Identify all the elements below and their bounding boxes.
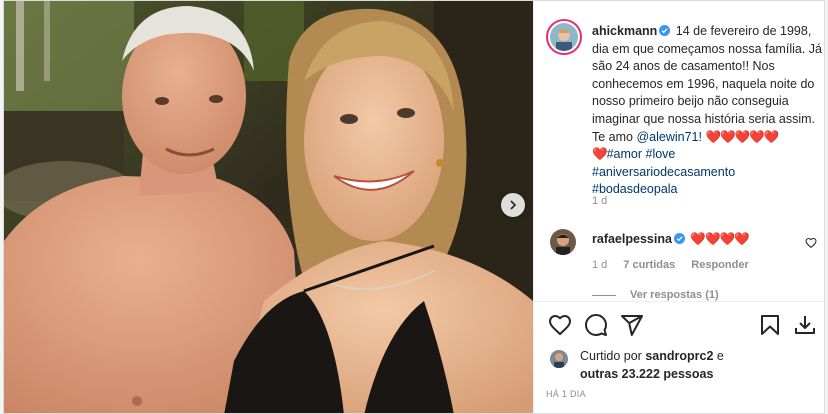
caption-time: 1 d [592,195,608,207]
chevron-right-icon [510,200,517,210]
author-username[interactable]: ahickmann [592,24,657,38]
post-timestamp[interactable]: HÁ 1 DIA [546,389,586,399]
comment-time: 1 d [592,259,608,271]
replies-divider-line [592,294,616,296]
verified-badge-icon [673,233,685,244]
caption-heart-lead: ❤️ [592,147,608,162]
hashtag-aniversariodecasamento[interactable]: #aniversariodecasamento [592,165,735,179]
action-bar [534,313,824,339]
commenter-avatar[interactable] [550,229,576,255]
commenter-username[interactable]: rafaelpessina [592,232,672,246]
instagram-post: ahickmann 14 de fevereiro de 1998, dia e… [3,0,825,414]
comment: rafaelpessina ❤️❤️❤️❤️ 1 d 7 curtidas Re… [546,229,817,289]
comment-hearts: ❤️❤️❤️❤️ [690,232,749,246]
comment-likes[interactable]: 7 curtidas [623,259,675,271]
heart-outline-icon[interactable] [548,313,572,337]
post-photo[interactable] [4,1,533,413]
caption-hearts: ❤️❤️❤️❤️❤️ [705,129,779,144]
paper-plane-icon[interactable] [620,313,644,337]
heart-outline-icon[interactable] [805,237,817,249]
next-photo-button[interactable] [501,193,525,217]
author-avatar[interactable] [546,19,582,55]
comment-meta: 1 d 7 curtidas Responder [592,259,749,271]
comment-bubble-icon[interactable] [584,313,608,337]
post-side-panel: ahickmann 14 de fevereiro de 1998, dia e… [533,1,824,413]
mention-link[interactable]: @alewin71! [636,130,702,144]
download-icon[interactable] [793,313,817,337]
others-count-link[interactable]: outras 23.222 pessoas [580,367,713,381]
verified-badge-icon [659,25,671,36]
comment-text: rafaelpessina ❤️❤️❤️❤️ [592,232,750,247]
liked-by-prefix: Curtido por [580,349,642,363]
view-replies-button[interactable]: Ver respostas (1) [592,288,792,302]
caption-text: ahickmann 14 de fevereiro de 1998, dia e… [592,23,822,199]
caption-body: 14 de fevereiro de 1998, dia em que come… [592,24,822,144]
avatar-image [550,229,576,255]
liked-by-and: e [716,349,724,363]
bookmark-icon[interactable] [758,313,782,337]
liker-avatar[interactable] [550,350,568,368]
hashtag-amor[interactable]: #amor [607,147,642,161]
couple-selfie-photo [4,1,533,413]
avatar-image [550,23,578,51]
hashtag-love[interactable]: #love [646,147,676,161]
liker-username[interactable]: sandroprc2 [645,349,713,363]
avatar-image [550,350,568,368]
reply-button[interactable]: Responder [691,259,748,271]
likes-text: Curtido por sandroprc2 e outras 23.222 p… [580,348,724,383]
view-replies-label: Ver respostas (1) [630,289,719,301]
panel-divider [534,301,824,302]
